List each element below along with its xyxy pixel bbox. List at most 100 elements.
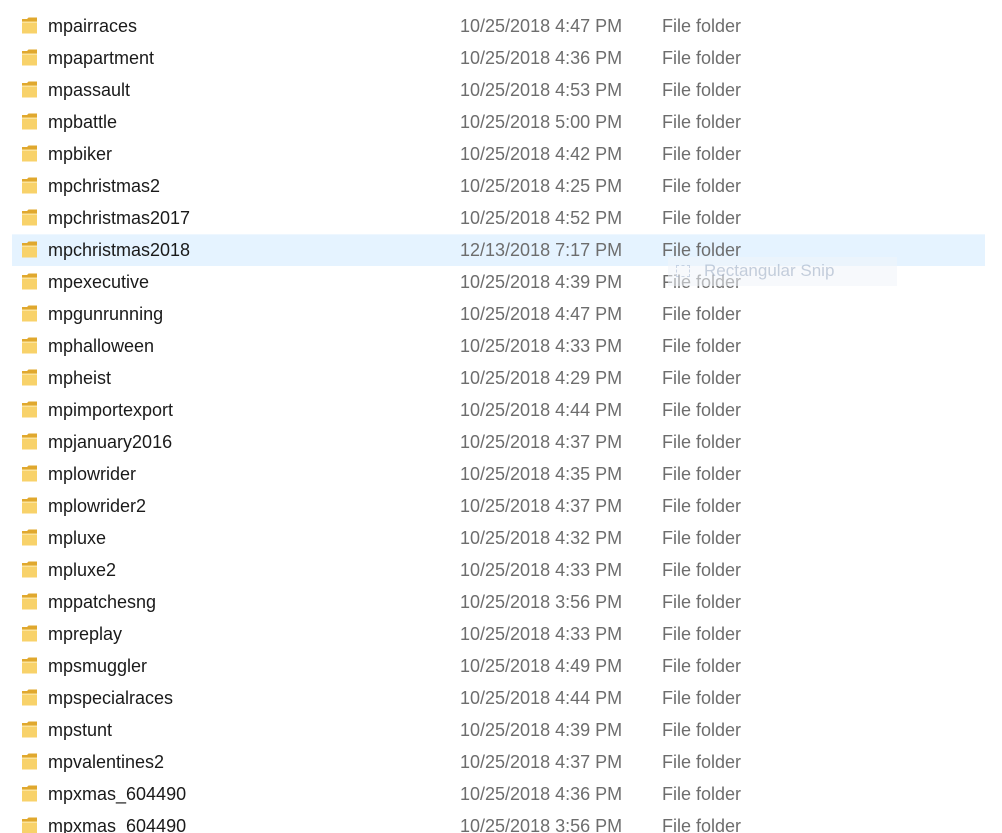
rectangular-snip-tooltip: Rectangular Snip: [668, 257, 897, 286]
file-name[interactable]: mpvalentines2: [48, 752, 164, 773]
date-modified: 10/25/2018 4:37 PM: [460, 496, 623, 516]
folder-icon: [21, 16, 38, 35]
file-name[interactable]: mpapartment: [48, 48, 154, 69]
file-type: File folder: [662, 816, 742, 833]
date-modified: 10/25/2018 4:44 PM: [460, 688, 623, 708]
file-row[interactable]: mpassault 10/25/2018 4:53 PM File folder: [0, 74, 1002, 106]
file-name[interactable]: mpairraces: [48, 16, 137, 37]
file-name[interactable]: mpreplay: [48, 624, 122, 645]
file-type: File folder: [662, 400, 742, 420]
folder-icon: [21, 816, 38, 833]
file-name[interactable]: mpbattle: [48, 112, 117, 133]
file-row[interactable]: mpchristmas2017 10/25/2018 4:52 PM File fo…: [0, 202, 1002, 234]
date-modified: 10/25/2018 4:33 PM: [460, 624, 623, 644]
file-name[interactable]: mpassault: [48, 80, 130, 101]
folder-icon: [21, 752, 38, 771]
file-name[interactable]: mpchristmas2018: [48, 240, 190, 261]
date-modified: 10/25/2018 3:56 PM: [460, 592, 623, 612]
file-row[interactable]: mplowrider2 10/25/2018 4:37 PM File folder: [0, 490, 1002, 522]
file-name[interactable]: mpexecutive: [48, 272, 149, 293]
file-row[interactable]: mpheist 10/25/2018 4:29 PM File folder: [0, 362, 1002, 394]
folder-icon: [21, 432, 38, 451]
file-name[interactable]: mplowrider2: [48, 496, 146, 517]
folder-icon: [21, 496, 38, 515]
file-row[interactable]: mpbiker 10/25/2018 4:42 PM File folder: [0, 138, 1002, 170]
date-modified: 10/25/2018 4:32 PM: [460, 528, 623, 548]
folder-icon: [21, 560, 38, 579]
file-row[interactable]: mpbattle 10/25/2018 5:00 PM File folder: [0, 106, 1002, 138]
folder-icon: [21, 336, 38, 355]
folder-icon: [21, 368, 38, 387]
file-type: File folder: [662, 336, 742, 356]
file-row[interactable]: mppatchesng 10/25/2018 3:56 PM File folder: [0, 586, 1002, 618]
file-row[interactable]: mpluxe 10/25/2018 4:32 PM File folder: [0, 522, 1002, 554]
file-row[interactable]: mpapartment 10/25/2018 4:36 PM File folder: [0, 42, 1002, 74]
file-name[interactable]: mpjanuary2016: [48, 432, 172, 453]
file-name[interactable]: mpimportexport: [48, 400, 173, 421]
file-explorer-page: { "files": [ {"name": "mpairraces", "dat…: [0, 0, 1002, 833]
folder-icon: [21, 112, 38, 131]
file-name[interactable]: mpgunrunning: [48, 304, 163, 325]
file-row[interactable]: mpchristmas2 10/25/2018 4:25 PM File folde…: [0, 170, 1002, 202]
file-type: File folder: [662, 48, 742, 68]
file-type: File folder: [662, 464, 742, 484]
file-row[interactable]: mpsmuggler 10/25/2018 4:49 PM File folder: [0, 650, 1002, 682]
file-row[interactable]: mpxmas_604490 10/25/2018 3:56 PM File fold…: [0, 810, 1002, 833]
file-list: mpairraces 10/25/2018 4:47 PM File folder m…: [0, 10, 1002, 833]
file-row[interactable]: mpairraces 10/25/2018 4:47 PM File folder: [0, 10, 1002, 42]
folder-icon: [21, 240, 38, 259]
file-row[interactable]: mpreplay 10/25/2018 4:33 PM File folder: [0, 618, 1002, 650]
file-type: File folder: [662, 688, 742, 708]
file-name[interactable]: mpxmas_604490: [48, 816, 186, 833]
date-modified: 10/25/2018 4:25 PM: [460, 176, 623, 196]
file-name[interactable]: mpsmuggler: [48, 656, 147, 677]
date-modified: 10/25/2018 4:47 PM: [460, 16, 623, 36]
file-row[interactable]: mpvalentines2 10/25/2018 4:37 PM File fold…: [0, 746, 1002, 778]
date-modified: 10/25/2018 4:52 PM: [460, 208, 623, 228]
file-row[interactable]: mpluxe2 10/25/2018 4:33 PM File folder: [0, 554, 1002, 586]
date-modified: 10/25/2018 4:36 PM: [460, 48, 623, 68]
file-name[interactable]: mpbiker: [48, 144, 112, 165]
date-modified: 10/25/2018 4:39 PM: [460, 720, 623, 740]
folder-icon: [21, 48, 38, 67]
file-name[interactable]: mpspecialraces: [48, 688, 173, 709]
date-modified: 10/25/2018 4:44 PM: [460, 400, 623, 420]
file-row[interactable]: mplowrider 10/25/2018 4:35 PM File folder: [0, 458, 1002, 490]
file-name[interactable]: mpluxe2: [48, 560, 116, 581]
file-name[interactable]: mplowrider: [48, 464, 136, 485]
file-row[interactable]: mpimportexport 10/25/2018 4:44 PM File fol…: [0, 394, 1002, 426]
file-row[interactable]: mpstunt 10/25/2018 4:39 PM File folder: [0, 714, 1002, 746]
file-name[interactable]: mpxmas_604490: [48, 784, 186, 805]
folder-icon: [21, 720, 38, 739]
file-name[interactable]: mpchristmas2017: [48, 208, 190, 229]
file-row[interactable]: mpxmas_604490 10/25/2018 4:36 PM File fold…: [0, 778, 1002, 810]
file-type: File folder: [662, 112, 742, 132]
file-type: File folder: [662, 784, 742, 804]
file-row[interactable]: mpspecialraces 10/25/2018 4:44 PM File fol…: [0, 682, 1002, 714]
date-modified: 10/25/2018 4:37 PM: [460, 432, 623, 452]
date-modified: 10/25/2018 3:56 PM: [460, 816, 623, 833]
file-row[interactable]: mpjanuary2016 10/25/2018 4:37 PM File fold…: [0, 426, 1002, 458]
file-type: File folder: [662, 624, 742, 644]
folder-icon: [21, 784, 38, 803]
file-type: File folder: [662, 176, 742, 196]
date-modified: 10/25/2018 4:35 PM: [460, 464, 623, 484]
snip-tooltip-label: Rectangular Snip: [704, 261, 835, 280]
file-name[interactable]: mpheist: [48, 368, 111, 389]
folder-icon: [21, 592, 38, 611]
file-name[interactable]: mppatchesng: [48, 592, 156, 613]
file-row[interactable]: mphalloween 10/25/2018 4:33 PM File folder: [0, 330, 1002, 362]
file-name[interactable]: mpstunt: [48, 720, 112, 741]
file-type: File folder: [662, 368, 742, 388]
file-row[interactable]: mpgunrunning 10/25/2018 4:47 PM File folde…: [0, 298, 1002, 330]
date-modified: 10/25/2018 4:49 PM: [460, 656, 623, 676]
date-modified: 10/25/2018 4:39 PM: [460, 272, 623, 292]
file-type: File folder: [662, 208, 742, 228]
folder-icon: [21, 144, 38, 163]
date-modified: 10/25/2018 4:33 PM: [460, 336, 623, 356]
file-name[interactable]: mphalloween: [48, 336, 154, 357]
file-type: File folder: [662, 16, 742, 36]
folder-icon: [21, 528, 38, 547]
file-name[interactable]: mpchristmas2: [48, 176, 160, 197]
file-name[interactable]: mpluxe: [48, 528, 106, 549]
